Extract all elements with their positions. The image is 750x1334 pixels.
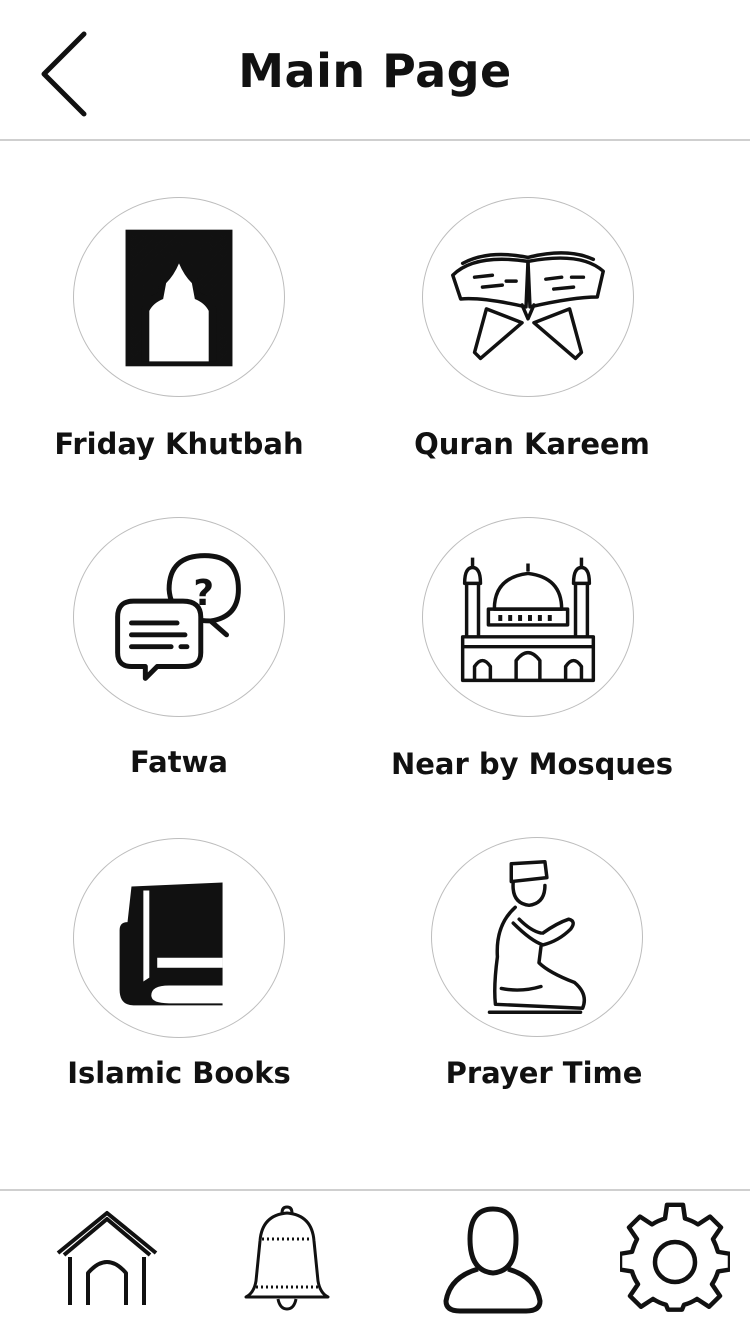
mihrab-icon: [125, 229, 233, 367]
praying-man-icon: [487, 860, 587, 1014]
menu-item-islamic-books[interactable]: Islamic Books: [14, 836, 344, 1136]
page-title: Main Page: [238, 44, 512, 98]
icon-circle: [73, 838, 285, 1038]
user-icon: [443, 1206, 543, 1314]
books-icon: [119, 882, 223, 1006]
icon-circle: [422, 517, 634, 717]
menu-item-label: Prayer Time: [445, 1056, 643, 1090]
icon-circle: [73, 197, 285, 397]
tab-notifications[interactable]: [232, 1201, 342, 1316]
tab-home[interactable]: [52, 1201, 162, 1316]
menu-item-near-by-mosques[interactable]: Near by Mosques: [367, 515, 697, 815]
header-bar: Main Page: [0, 0, 750, 141]
menu-item-label: Friday Khutbah: [54, 427, 304, 461]
quran-stand-icon: [451, 251, 605, 361]
menu-item-label: Fatwa: [130, 745, 228, 779]
menu-item-label: Islamic Books: [67, 1056, 291, 1090]
mosque-icon: [460, 557, 596, 683]
icon-circle: ?: [73, 517, 285, 717]
icon-circle: [422, 197, 634, 397]
tab-settings[interactable]: [620, 1201, 730, 1316]
bottom-tab-bar: [0, 1189, 750, 1334]
menu-item-label: Quran Kareem: [414, 427, 650, 461]
svg-text:?: ?: [193, 573, 214, 614]
menu-item-prayer-time[interactable]: Prayer Time: [379, 836, 709, 1136]
menu-item-quran-kareem[interactable]: Quran Kareem: [367, 195, 697, 495]
chat-question-icon: ?: [115, 553, 241, 681]
menu-item-friday-khutbah[interactable]: Friday Khutbah: [14, 195, 344, 495]
bell-icon: [244, 1205, 330, 1311]
home-icon: [56, 1211, 158, 1305]
menu-item-fatwa[interactable]: ? Fatwa: [14, 515, 344, 815]
tab-profile[interactable]: [438, 1201, 548, 1316]
icon-circle: [431, 837, 643, 1037]
gear-icon: [620, 1202, 730, 1312]
menu-item-label: Near by Mosques: [390, 747, 674, 781]
